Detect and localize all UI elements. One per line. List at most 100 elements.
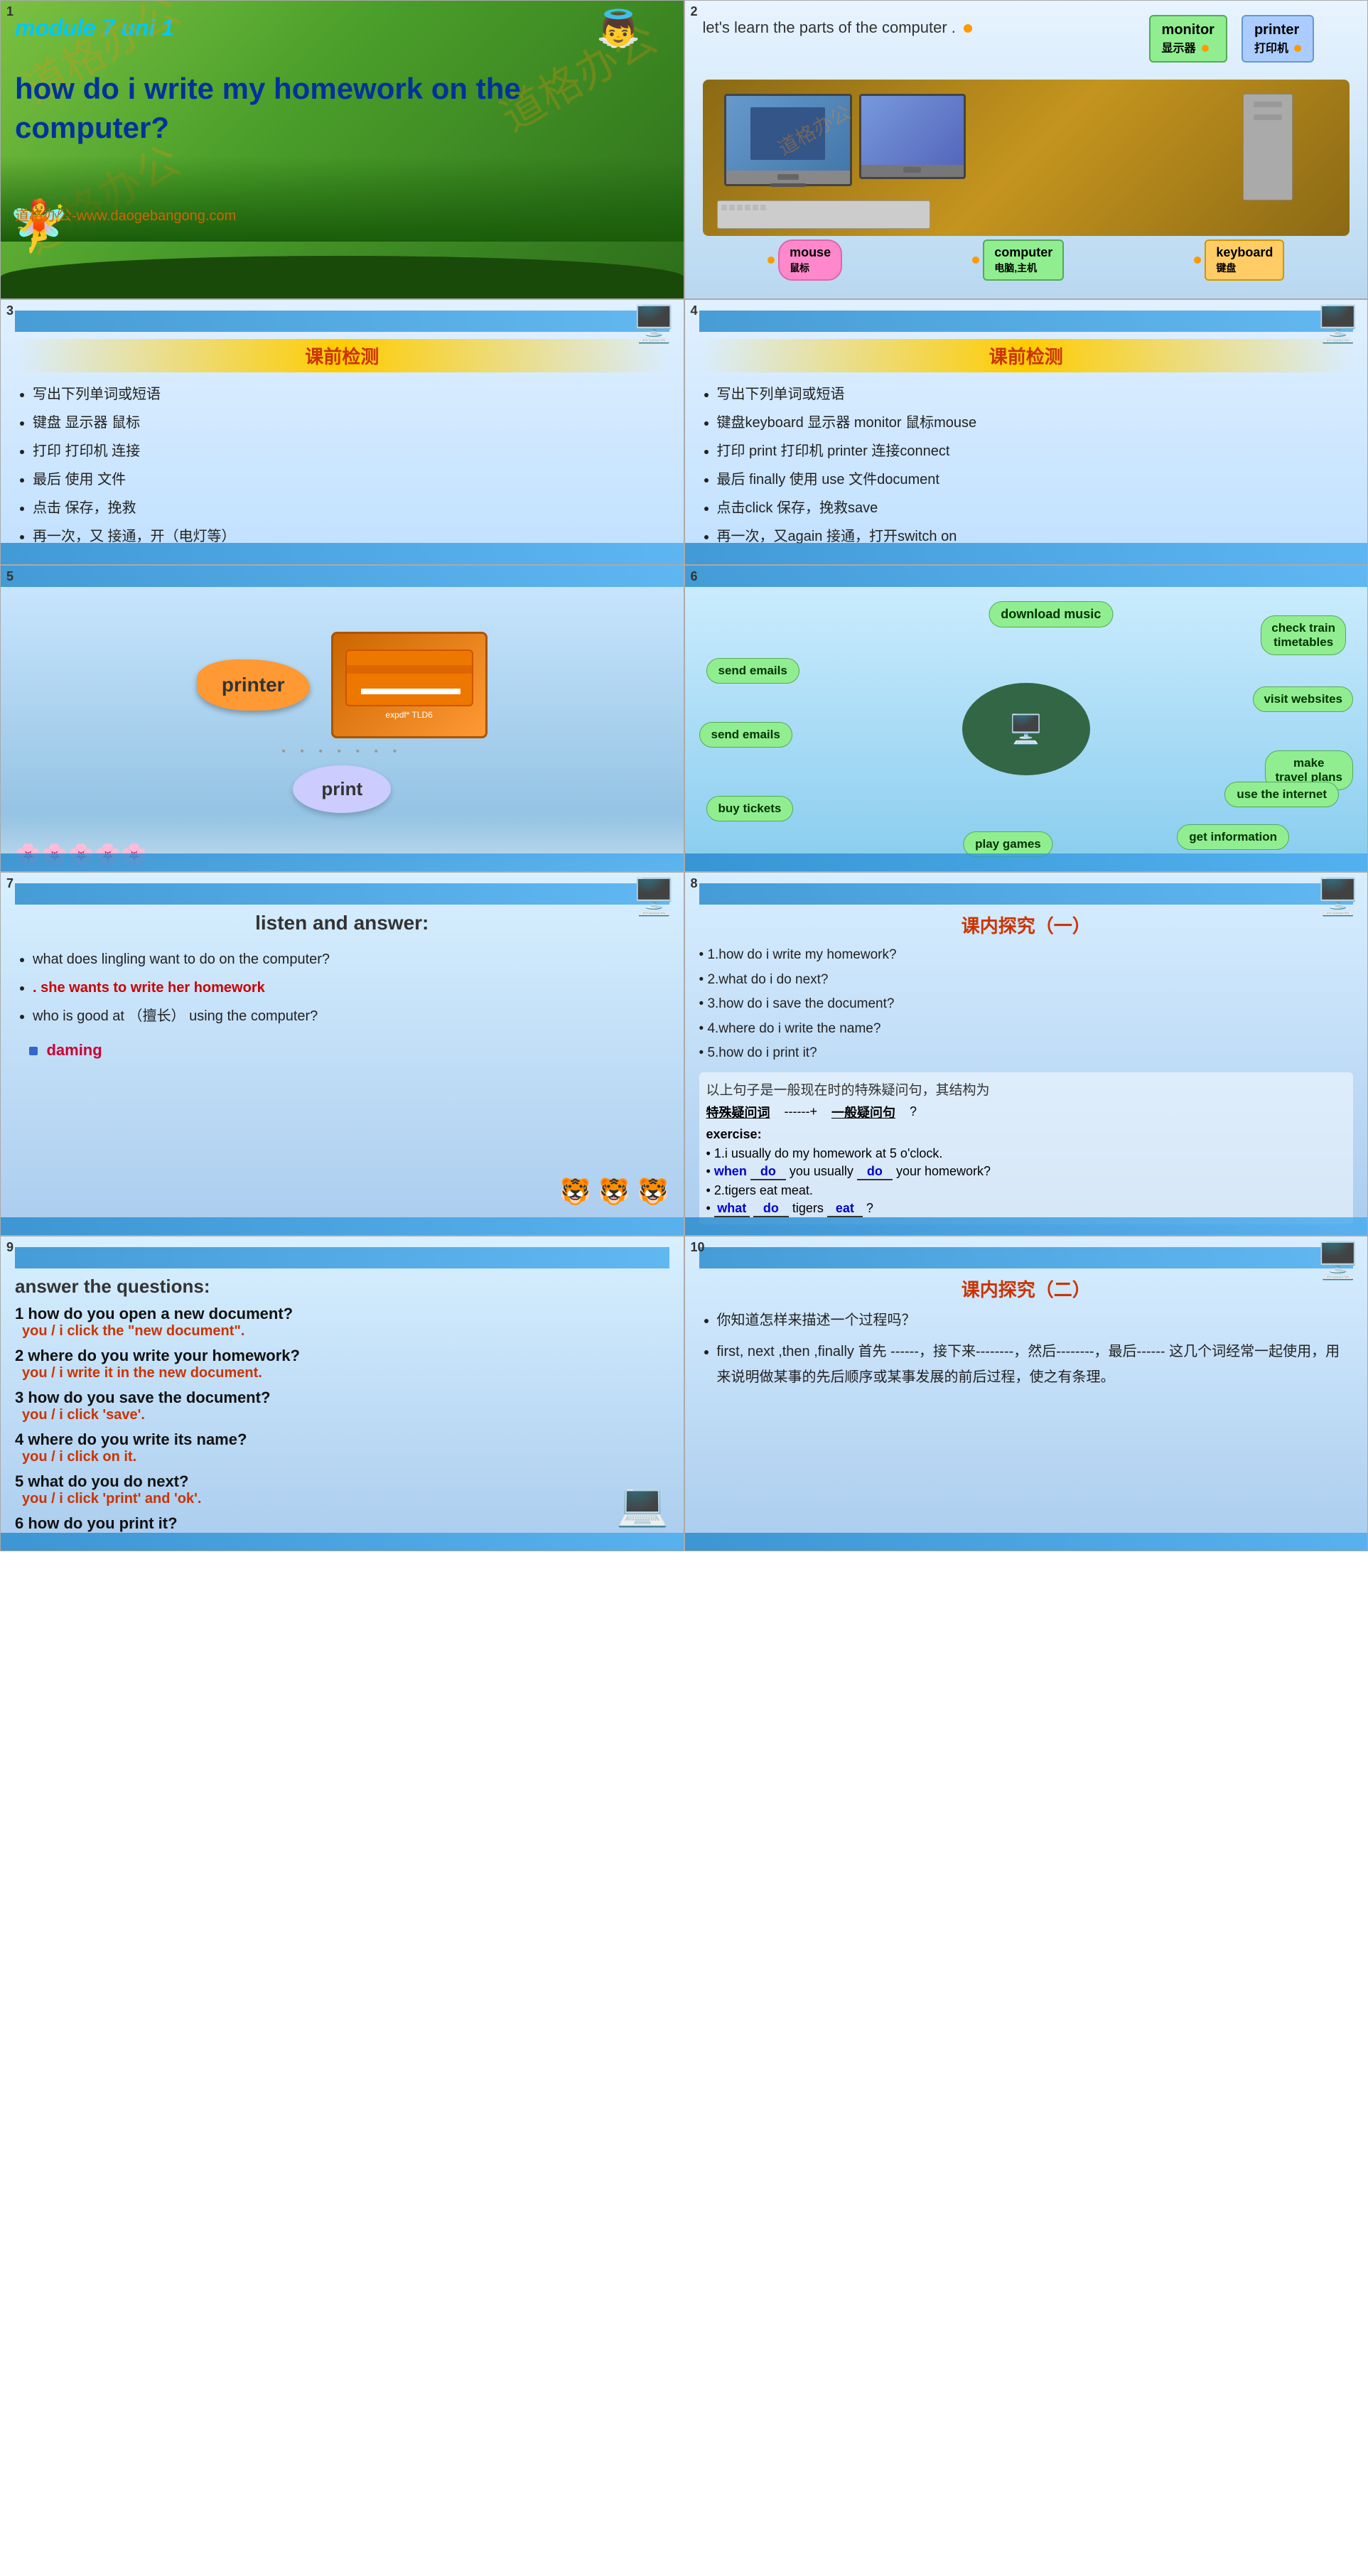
vocab-list-3: 写出下列单词或短语 键盘 显示器 鼠标 打印 打印机 连接 最后 使用 文件 点… bbox=[15, 383, 669, 548]
bottom-labels: mouse鼠标 computer电脑,主机 keyboard键盘 bbox=[703, 239, 1350, 281]
exercise-title: exercise: bbox=[706, 1127, 1347, 1142]
blank-do-2: do bbox=[857, 1164, 893, 1180]
list-item: . she wants to write her homework bbox=[33, 977, 669, 998]
cell-number-7: 7 bbox=[6, 876, 14, 891]
qa-4: 4 where do you write its name? you / i c… bbox=[15, 1430, 669, 1465]
cell-3: 3 课前检测 🖥️ 写出下列单词或短语 键盘 显示器 鼠标 打印 打印机 连接 … bbox=[0, 299, 684, 565]
printer-body bbox=[345, 650, 473, 706]
cell-number-6: 6 bbox=[691, 569, 698, 584]
square-icon bbox=[29, 1047, 38, 1055]
tiger-icons: 🐯 🐯 🐯 bbox=[559, 1177, 669, 1207]
grammar-intro: 以上句子是一般现在时的特殊疑问句，其结构为 bbox=[706, 1079, 1347, 1099]
list-item: who is good at （擅长） using the computer? bbox=[33, 1006, 669, 1027]
computer-deco-4: 🖥️ bbox=[1316, 303, 1360, 345]
exercise-item-2: • when do you usually do your homework? bbox=[706, 1164, 1347, 1180]
cell-5: 5 printer expdf* TLD6 • • • • • • • prin… bbox=[0, 565, 684, 872]
top-bar-5 bbox=[1, 566, 684, 587]
audio-icon-computer[interactable] bbox=[972, 257, 979, 264]
answer-3: you / i click 'save'. bbox=[22, 1407, 669, 1423]
angel-icon: 👼 bbox=[596, 8, 640, 50]
section-title-10: 课内探究（二） bbox=[699, 1276, 1354, 1302]
monitor-image-2 bbox=[859, 94, 966, 179]
computer-deco: 🖥️ bbox=[632, 303, 676, 345]
cell-number-4: 4 bbox=[691, 303, 698, 318]
listen-title: listen and answer: bbox=[15, 912, 669, 934]
tiger-icon-2: 🐯 bbox=[598, 1177, 630, 1207]
list-item: • 5.how do i print it? bbox=[699, 1043, 1354, 1064]
use-go-online: use the internet bbox=[1224, 782, 1339, 807]
cell-number-2: 2 bbox=[691, 4, 698, 19]
laptop-icon: 💻 bbox=[616, 1479, 669, 1529]
exercise-item-1: • 1.i usually do my homework at 5 o'cloc… bbox=[706, 1146, 1347, 1161]
answer-5: you / i click 'print' and 'ok'. bbox=[22, 1491, 669, 1507]
printer-word-bubble: printer bbox=[197, 659, 310, 711]
use-check-train: check traintimetables bbox=[1261, 615, 1346, 655]
bottom-bar-7 bbox=[1, 1217, 684, 1235]
top-bar-8 bbox=[699, 883, 1354, 905]
use-buy-tickets: send emails bbox=[699, 722, 792, 748]
keyboard-label-wrapper: keyboard键盘 bbox=[1194, 239, 1284, 281]
top-labels: monitor 显示器 printer 打印机 bbox=[1149, 15, 1314, 63]
question-1: 1 how do you open a new document? bbox=[15, 1305, 669, 1323]
cell-6: 6 🖥️ download music check traintimetable… bbox=[684, 565, 1368, 872]
bottom-bar-6 bbox=[685, 853, 1368, 871]
section-title-4: 课前检测 bbox=[699, 339, 1354, 372]
question-4: 4 where do you write its name? bbox=[15, 1430, 669, 1449]
question-2: 2 where do you write your homework? bbox=[15, 1347, 669, 1365]
blank-what: what bbox=[714, 1201, 750, 1217]
audio-icon-keyboard[interactable] bbox=[1194, 257, 1201, 264]
audio-icon-mouse[interactable] bbox=[768, 257, 775, 264]
bottom-bar-5 bbox=[1, 853, 684, 871]
use-visit-websites: visit websites bbox=[1253, 686, 1353, 712]
cell-8: 8 🖥️ 课内探究（一） • 1.how do i write my homew… bbox=[684, 872, 1368, 1236]
center-computer: 🖥️ bbox=[962, 683, 1090, 775]
keyboard-label: keyboard键盘 bbox=[1205, 239, 1284, 281]
list-item: 最后 使用 文件 bbox=[33, 468, 669, 491]
top-bar-9 bbox=[15, 1247, 669, 1268]
list-item: 点击click 保存，挽救save bbox=[717, 497, 1354, 519]
keyboard-image bbox=[717, 200, 930, 229]
list-item: 打印 打印机 连接 bbox=[33, 440, 669, 463]
answer-4: you / i click on it. bbox=[22, 1449, 669, 1465]
cell-10: 10 🖥️ 课内探究（二） 你知道怎样来描述一个过程吗？ first, next… bbox=[684, 1236, 1368, 1551]
module-title: module 7 uni 1 bbox=[15, 15, 669, 41]
list-item: • 4.where do i write the name? bbox=[699, 1019, 1354, 1040]
bottom-bar-9 bbox=[1, 1533, 684, 1551]
top-bar-7 bbox=[15, 883, 669, 905]
use-download: download music bbox=[989, 601, 1113, 627]
structure-label1: 特殊疑问词 bbox=[706, 1103, 770, 1121]
list-item: • 1.how do i write my homework? bbox=[699, 945, 1354, 966]
computer-deco-8: 🖥️ bbox=[1316, 876, 1360, 918]
structure-row: 特殊疑问词 ------+ 一般疑问句 ? bbox=[706, 1103, 1347, 1121]
listen-bullets: what does lingling want to do on the com… bbox=[15, 949, 669, 1027]
top-bar-3 bbox=[15, 311, 669, 332]
grammar-box: 以上句子是一般现在时的特殊疑问句，其结构为 特殊疑问词 ------+ 一般疑问… bbox=[699, 1072, 1354, 1224]
cpu-image bbox=[1243, 94, 1293, 200]
list-item: • 3.how do i save the document? bbox=[699, 994, 1354, 1015]
cell-1: 1 道格办公 道格办公 道格办公 module 7 uni 1 👼 how do… bbox=[0, 0, 684, 299]
audio-icon[interactable] bbox=[964, 24, 972, 33]
exercise-item-3: • 2.tigers eat meat. bbox=[706, 1183, 1347, 1198]
answer-1: you / i click the "new document". bbox=[22, 1323, 669, 1340]
website-url: 道格办公-www.daogebangong.com bbox=[15, 204, 669, 225]
mouse-label-wrapper: mouse鼠标 bbox=[768, 239, 842, 281]
bottom-bar-3 bbox=[1, 543, 684, 564]
question-3: 3 how do you save the document? bbox=[15, 1389, 669, 1407]
list-item: 最后 finally 使用 use 文件document bbox=[717, 468, 1354, 491]
question-6: 6 how do you print it? bbox=[15, 1514, 669, 1533]
list-item: 键盘 显示器 鼠标 bbox=[33, 411, 669, 434]
list-item: 打印 print 打印机 printer 连接connect bbox=[717, 440, 1354, 463]
vocab-list-4: 写出下列单词或短语 键盘keyboard 显示器 monitor 鼠标mouse… bbox=[699, 383, 1354, 548]
audio-icon-monitor[interactable] bbox=[1202, 45, 1209, 52]
use-play-games: buy tickets bbox=[706, 796, 794, 821]
tiger-icon-3: 🐯 bbox=[637, 1177, 669, 1207]
dots-separator: • • • • • • • bbox=[281, 745, 402, 758]
top-bar-10 bbox=[699, 1247, 1354, 1268]
exercise-item-4: • what do tigers eat ? bbox=[706, 1201, 1347, 1217]
uses-diagram: 🖥️ download music check traintimetables … bbox=[692, 594, 1361, 864]
computer-label-wrapper: computer电脑,主机 bbox=[972, 239, 1064, 281]
qa-3: 3 how do you save the document? you / i … bbox=[15, 1389, 669, 1423]
computer-deco-7: 🖥️ bbox=[632, 876, 676, 918]
audio-icon-printer[interactable] bbox=[1294, 45, 1301, 52]
blank-do-1: do bbox=[750, 1164, 786, 1180]
